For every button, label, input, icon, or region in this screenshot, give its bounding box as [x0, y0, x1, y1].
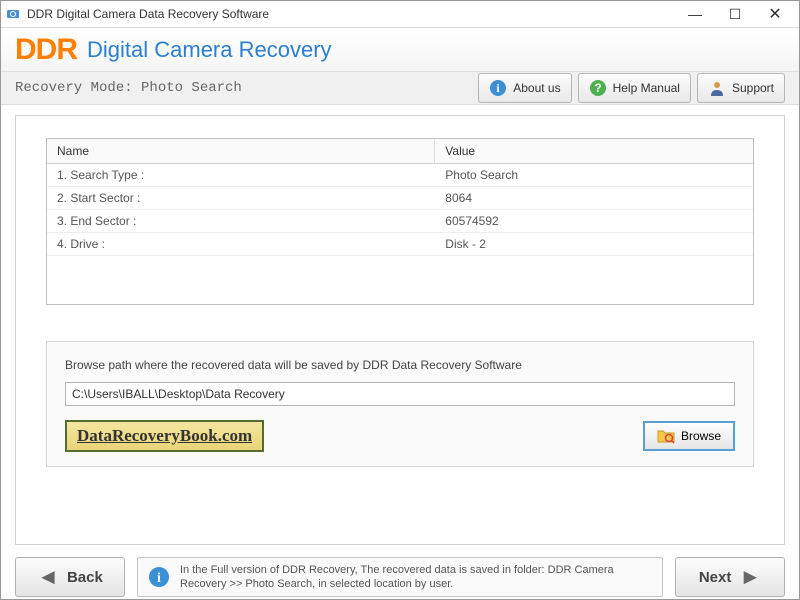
table-header: Name Value	[47, 139, 753, 164]
column-value: Value	[435, 139, 753, 163]
table-row: 2. Start Sector : 8064	[47, 187, 753, 210]
browse-label: Browse path where the recovered data wil…	[65, 358, 735, 372]
table-row: 4. Drive : Disk - 2	[47, 233, 753, 256]
browse-section: Browse path where the recovered data wil…	[46, 341, 754, 467]
support-button[interactable]: Support	[697, 73, 785, 103]
titlebar: DDR Digital Camera Data Recovery Softwar…	[1, 1, 799, 28]
main-panel: Name Value 1. Search Type : Photo Search…	[15, 115, 785, 545]
table-row: 1. Search Type : Photo Search	[47, 164, 753, 187]
column-name: Name	[47, 139, 435, 163]
back-button[interactable]: ◄ Back	[15, 557, 125, 597]
next-label: Next	[699, 569, 732, 586]
cell-name: 2. Start Sector :	[47, 187, 435, 209]
help-button[interactable]: ? Help Manual	[578, 73, 691, 103]
product-name: Digital Camera Recovery	[87, 37, 332, 63]
svg-text:i: i	[157, 571, 161, 586]
about-label: About us	[513, 81, 560, 95]
arrow-right-icon: ►	[739, 564, 761, 590]
browse-button[interactable]: Browse	[643, 421, 735, 451]
promo-banner: DataRecoveryBook.com	[65, 420, 264, 452]
subheader-buttons: i About us ? Help Manual Support	[478, 73, 785, 103]
window-controls: — ☐ ✕	[675, 1, 795, 27]
table-body: 1. Search Type : Photo Search 2. Start S…	[47, 164, 753, 304]
help-icon: ?	[589, 79, 607, 97]
window-title: DDR Digital Camera Data Recovery Softwar…	[27, 7, 675, 21]
arrow-left-icon: ◄	[37, 564, 59, 590]
cell-value: 60574592	[435, 210, 753, 232]
folder-search-icon	[657, 428, 675, 444]
info-box: i In the Full version of DDR Recovery, T…	[137, 557, 663, 597]
browse-row: DataRecoveryBook.com Browse	[65, 420, 735, 452]
info-icon: i	[489, 79, 507, 97]
support-icon	[708, 79, 726, 97]
about-button[interactable]: i About us	[478, 73, 571, 103]
cell-value: 8064	[435, 187, 753, 209]
footer: ◄ Back i In the Full version of DDR Reco…	[1, 555, 799, 599]
table-row-empty	[47, 256, 753, 280]
help-label: Help Manual	[613, 81, 680, 95]
app-icon	[5, 6, 21, 22]
path-input[interactable]	[65, 382, 735, 406]
logo-text: DDR	[15, 33, 77, 67]
next-button[interactable]: Next ►	[675, 557, 785, 597]
cell-value: Photo Search	[435, 164, 753, 186]
summary-table: Name Value 1. Search Type : Photo Search…	[46, 138, 754, 305]
content-area: Name Value 1. Search Type : Photo Search…	[1, 105, 799, 555]
recovery-mode-label: Recovery Mode: Photo Search	[15, 80, 242, 96]
logo: DDR Digital Camera Recovery	[15, 33, 332, 67]
header: DDR Digital Camera Recovery	[1, 28, 799, 72]
table-row: 3. End Sector : 60574592	[47, 210, 753, 233]
close-button[interactable]: ✕	[755, 1, 795, 27]
cell-name: 1. Search Type :	[47, 164, 435, 186]
maximize-button[interactable]: ☐	[715, 1, 755, 27]
svg-text:?: ?	[594, 81, 601, 95]
browse-button-label: Browse	[681, 429, 721, 443]
minimize-button[interactable]: —	[675, 1, 715, 27]
support-label: Support	[732, 81, 774, 95]
cell-value: Disk - 2	[435, 233, 753, 255]
app-window: DDR Digital Camera Data Recovery Softwar…	[0, 0, 800, 600]
cell-name: 4. Drive :	[47, 233, 435, 255]
table-row-empty	[47, 280, 753, 304]
info-text: In the Full version of DDR Recovery, The…	[180, 563, 652, 592]
cell-name: 3. End Sector :	[47, 210, 435, 232]
info-icon: i	[148, 566, 170, 588]
subheader: Recovery Mode: Photo Search i About us ?…	[1, 72, 799, 105]
back-label: Back	[67, 569, 103, 586]
